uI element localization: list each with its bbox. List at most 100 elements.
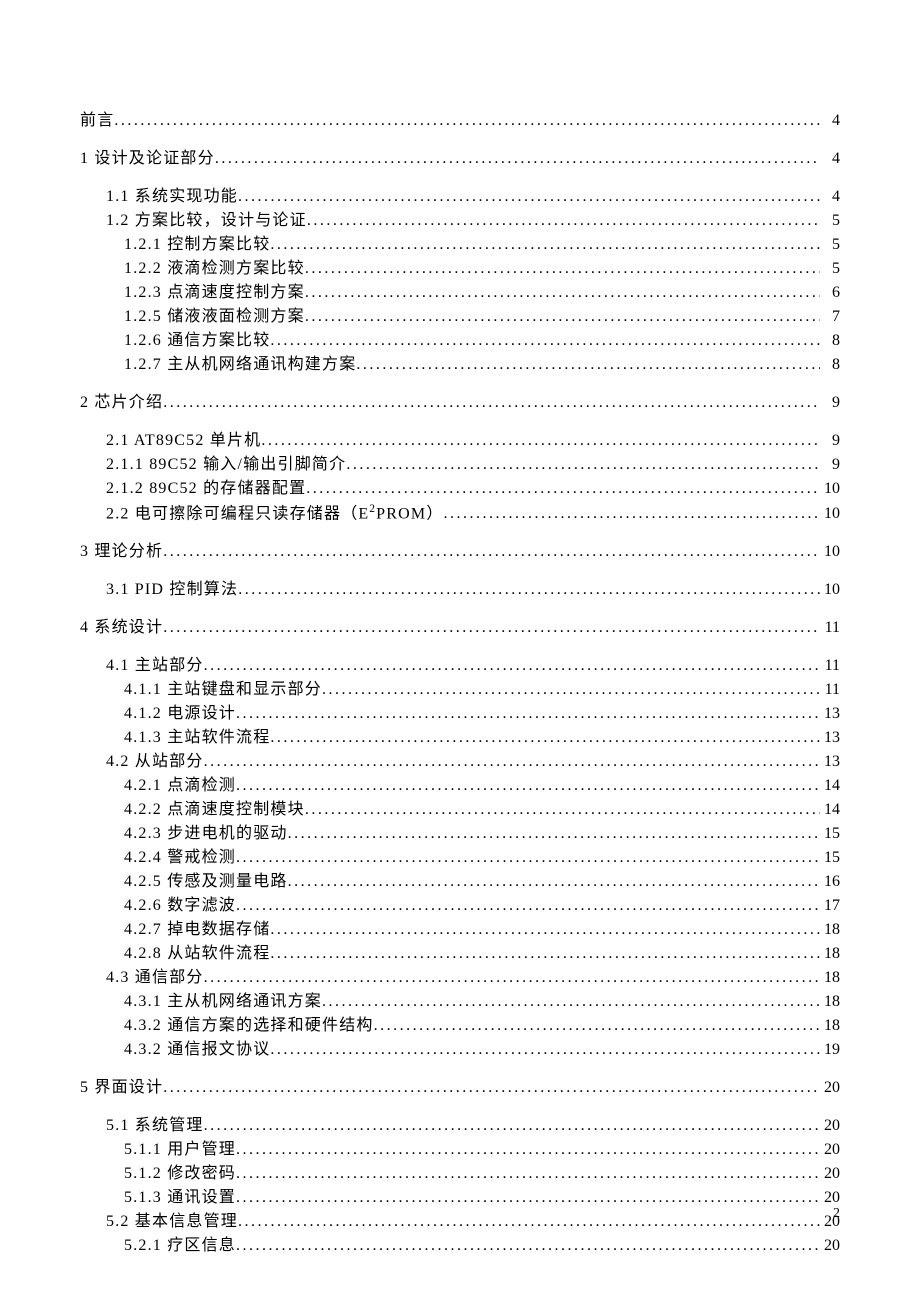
- toc-entry[interactable]: 5.1.1 用户管理20: [124, 1138, 840, 1162]
- toc-leader-dots: [163, 391, 820, 415]
- toc-entry[interactable]: 2.1 AT89C52 单片机9: [106, 429, 840, 453]
- toc-entry-label: 1.1 系统实现功能: [106, 185, 238, 209]
- toc-entry-page: 13: [820, 750, 840, 774]
- toc-entry-page: 4: [820, 147, 840, 171]
- toc-entry[interactable]: 1.2.3 点滴速度控制方案6: [124, 281, 840, 305]
- toc-entry[interactable]: 4.2.3 步进电机的驱动 15: [124, 822, 840, 846]
- toc-leader-dots: [305, 281, 820, 305]
- toc-entry-label: 4.3.1 主从机网络通讯方案: [124, 990, 322, 1014]
- toc-entry[interactable]: 4.2.8 从站软件流程 18: [124, 942, 840, 966]
- toc-leader-dots: [374, 1014, 820, 1038]
- toc-entry[interactable]: 1.2.7 主从机网络通讯构建方案8: [124, 353, 840, 377]
- toc-entry[interactable]: 4.3.1 主从机网络通讯方案 18: [124, 990, 840, 1014]
- toc-leader-dots: [270, 918, 820, 942]
- toc-entry[interactable]: 3.1 PID 控制算法10: [106, 578, 840, 602]
- toc-leader-dots: [322, 990, 820, 1014]
- toc-entry[interactable]: 4.2.5 传感及测量电路16: [124, 870, 840, 894]
- toc-entry[interactable]: 4.2.6 数字滤波17: [124, 894, 840, 918]
- toc-entry-label: 4.2.8 从站软件流程: [124, 942, 270, 966]
- toc-leader-dots: [238, 185, 820, 209]
- toc-leader-dots: [204, 654, 820, 678]
- toc-entry[interactable]: 4.3.2 通信报文协议 19: [124, 1038, 840, 1062]
- toc-entry-label: 5.2 基本信息管理: [106, 1210, 238, 1234]
- toc-entry-label: 2 芯片介绍: [80, 391, 163, 415]
- toc-entry-page: 16: [820, 870, 840, 894]
- toc-entry-label: 1.2.2 液滴检测方案比较: [124, 257, 305, 281]
- toc-entry[interactable]: 2 芯片介绍9: [80, 391, 840, 415]
- toc-entry[interactable]: 5.2.1 疗区信息20: [124, 1234, 840, 1258]
- toc-entry-page: 14: [820, 798, 840, 822]
- toc-leader-dots: [163, 1076, 820, 1100]
- toc-entry[interactable]: 1 设计及论证部分4: [80, 147, 840, 171]
- toc-entry-page: 11: [820, 678, 840, 702]
- toc-entry-label: 2.1.2 89C52 的存储器配置: [106, 477, 306, 501]
- toc-leader-dots: [236, 702, 820, 726]
- toc-entry-label: 4.2.2 点滴速度控制模块: [124, 798, 305, 822]
- toc-entry[interactable]: 4.1 主站部分11: [106, 654, 840, 678]
- toc-entry-page: 20: [820, 1234, 840, 1258]
- toc-entry[interactable]: 1.2.6 通信方案比较8: [124, 329, 840, 353]
- toc-entry[interactable]: 1.2 方案比较，设计与论证5: [106, 209, 840, 233]
- toc-entry[interactable]: 4.2.1 点滴检测14: [124, 774, 840, 798]
- toc-leader-dots: [236, 1138, 820, 1162]
- toc-entry[interactable]: 2.1.1 89C52 输入/输出引脚简介 9: [106, 453, 840, 477]
- toc-leader-dots: [163, 616, 820, 640]
- page-footer: 2: [833, 1206, 840, 1222]
- toc-entry[interactable]: 5.1.2 修改密码20: [124, 1162, 840, 1186]
- toc-leader-dots: [238, 578, 820, 602]
- toc-entry-label: 5.1.3 通讯设置: [124, 1186, 236, 1210]
- toc-entry[interactable]: 4.2.4 警戒检测15: [124, 846, 840, 870]
- toc-entry[interactable]: 4.1.3 主站软件流程13: [124, 726, 840, 750]
- toc-entry[interactable]: 4.3.2 通信方案的选择和硬件结构18: [124, 1014, 840, 1038]
- toc-entry[interactable]: 1.2.2 液滴检测方案比较 5: [124, 257, 840, 281]
- toc-entry-page: 18: [820, 990, 840, 1014]
- toc-entry[interactable]: 4.2.2 点滴速度控制模块 14: [124, 798, 840, 822]
- toc-entry-page: 8: [820, 353, 840, 377]
- toc-entry[interactable]: 5 界面设计20: [80, 1076, 840, 1100]
- table-of-contents: 前言41 设计及论证部分41.1 系统实现功能41.2 方案比较，设计与论证51…: [80, 109, 840, 1258]
- toc-entry-page: 18: [820, 942, 840, 966]
- toc-entry-page: 19: [820, 1038, 840, 1062]
- toc-entry[interactable]: 2.2 电可擦除可编程只读存储器（E2PROM）10: [106, 501, 840, 526]
- toc-entry[interactable]: 前言4: [80, 109, 840, 133]
- toc-entry[interactable]: 4.1.2 电源设计13: [124, 702, 840, 726]
- toc-entry-label: 2.2 电可擦除可编程只读存储器（E2PROM）: [106, 501, 444, 526]
- toc-entry[interactable]: 5.2 基本信息管理20: [106, 1210, 840, 1234]
- toc-leader-dots: [236, 1234, 820, 1258]
- toc-entry[interactable]: 1.2.5 储液液面检测方案7: [124, 305, 840, 329]
- toc-entry[interactable]: 4.1.1 主站键盘和显示部分11: [124, 678, 840, 702]
- toc-entry[interactable]: 1.2.1 控制方案比较5: [124, 233, 840, 257]
- toc-entry[interactable]: 5.1 系统管理 20: [106, 1114, 840, 1138]
- toc-entry-label: 前言: [80, 109, 114, 133]
- toc-entry-label: 4.2.7 掉电数据存储: [124, 918, 270, 942]
- toc-entry-page: 5: [820, 233, 840, 257]
- toc-leader-dots: [114, 109, 820, 133]
- toc-leader-dots: [236, 774, 820, 798]
- toc-entry-page: 20: [820, 1138, 840, 1162]
- toc-entry[interactable]: 4.3 通信部分18: [106, 966, 840, 990]
- toc-entry[interactable]: 3 理论分析10: [80, 540, 840, 564]
- toc-entry[interactable]: 4 系统设计11: [80, 616, 840, 640]
- toc-entry[interactable]: 5.1.3 通讯设置20: [124, 1186, 840, 1210]
- toc-entry-label: 4.3.2 通信报文协议: [124, 1038, 270, 1062]
- toc-entry-page: 8: [820, 329, 840, 353]
- toc-entry-page: 20: [820, 1114, 840, 1138]
- page-number: 2: [833, 1206, 840, 1221]
- toc-leader-dots: [270, 329, 820, 353]
- toc-entry[interactable]: 1.1 系统实现功能4: [106, 185, 840, 209]
- toc-entry-page: 15: [820, 822, 840, 846]
- toc-entry[interactable]: 4.2 从站部分13: [106, 750, 840, 774]
- toc-entry-page: 18: [820, 966, 840, 990]
- toc-entry[interactable]: 4.2.7 掉电数据存储18: [124, 918, 840, 942]
- toc-entry[interactable]: 2.1.2 89C52 的存储器配置10: [106, 477, 840, 501]
- toc-entry-label: 2.1.1 89C52 输入/输出引脚简介: [106, 453, 346, 477]
- toc-entry-label: 5.1 系统管理: [106, 1114, 204, 1138]
- toc-entry-label: 4.2.3 步进电机的驱动: [124, 822, 288, 846]
- toc-leader-dots: [306, 477, 820, 501]
- toc-entry-page: 11: [820, 654, 840, 678]
- toc-entry-page: 9: [820, 453, 840, 477]
- toc-entry-page: 15: [820, 846, 840, 870]
- toc-entry-label: 5.1.2 修改密码: [124, 1162, 236, 1186]
- toc-entry-page: 5: [820, 257, 840, 281]
- toc-leader-dots: [305, 305, 820, 329]
